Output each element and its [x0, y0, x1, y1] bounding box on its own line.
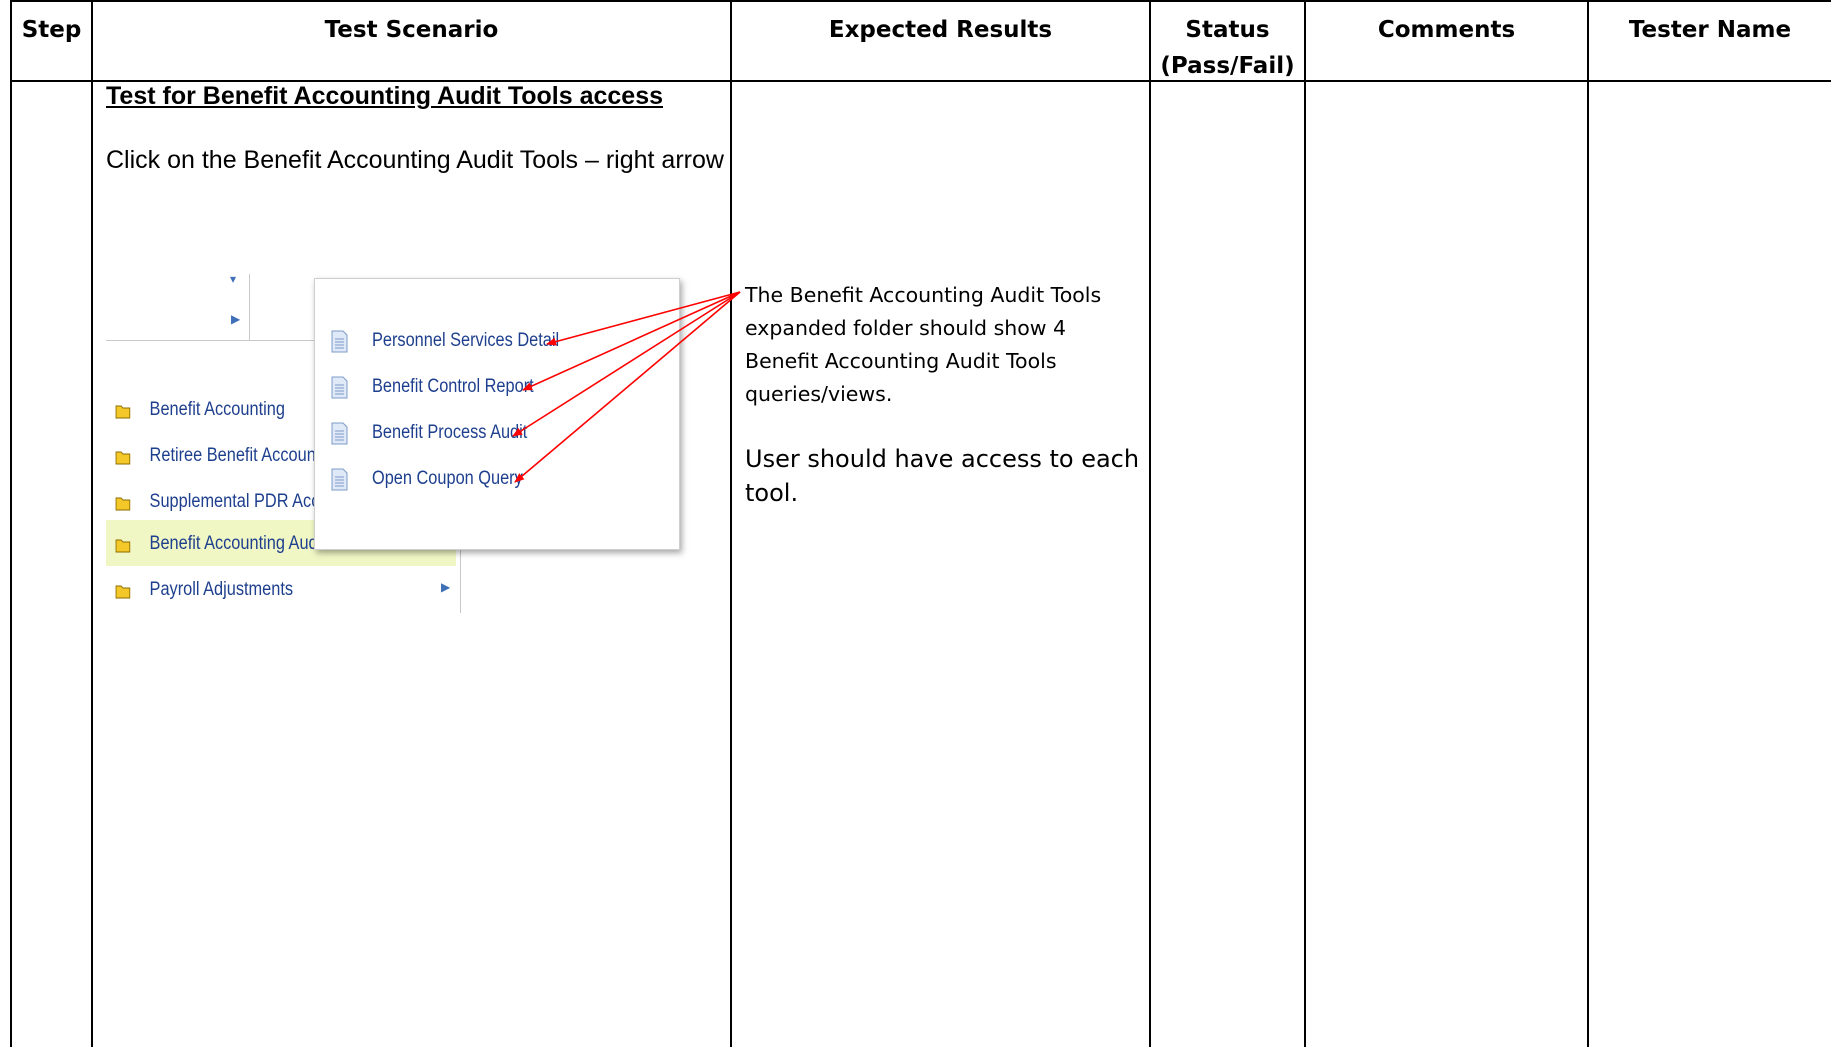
nav-item-supplemental-pdr[interactable]: Supplemental PDR Acc: [110, 482, 319, 522]
chevron-right-icon: ▶: [231, 312, 241, 326]
nav-item-label: Benefit Accounting: [149, 399, 285, 420]
nav-item-benefit-accounting[interactable]: Benefit Accounting: [110, 390, 285, 430]
header-step: Step: [21, 17, 82, 43]
nav-item-payroll-adjustments[interactable]: Payroll Adjustments: [110, 570, 293, 610]
column-divider-status: [1304, 0, 1306, 1047]
nav-item-label: Supplemental PDR Acc: [149, 491, 320, 512]
column-divider-step: [91, 0, 93, 1047]
table-left-border: [10, 0, 12, 1047]
header-test-scenario: Test Scenario: [324, 17, 499, 43]
header-comments: Comments: [1377, 17, 1516, 43]
collapsed-arrow-icon: ▾: [230, 272, 237, 286]
nav-item-label: Payroll Adjustments: [149, 579, 294, 600]
document-icon: [331, 330, 348, 353]
popup-item-label: Open Coupon Query: [372, 468, 523, 489]
popup-item-benefit-process-audit[interactable]: Benefit Process Audit: [331, 415, 553, 451]
screenshot-divider: [106, 340, 314, 341]
audit-tools-popup-menu: Personnel Services Detail Benefit Contro…: [314, 278, 680, 550]
column-divider-comments: [1587, 0, 1589, 1047]
folder-icon: [115, 495, 131, 510]
header-tester-name: Tester Name: [1628, 17, 1792, 43]
document-icon: [331, 422, 348, 445]
folder-icon: [115, 449, 131, 464]
column-divider-expected: [1149, 0, 1151, 1047]
popup-item-label: Benefit Process Audit: [372, 422, 528, 443]
test-case-document: Step Test Scenario Expected Results Stat…: [0, 0, 1831, 1047]
popup-item-benefit-control-report[interactable]: Benefit Control Report: [331, 369, 560, 405]
folder-icon: [115, 537, 131, 552]
table-top-border: [10, 0, 1831, 2]
column-divider-scenario: [730, 0, 732, 1047]
scenario-instruction: Click on the Benefit Accounting Audit To…: [106, 146, 724, 174]
document-icon: [331, 376, 348, 399]
screenshot-divider: [249, 274, 250, 340]
folder-icon: [115, 403, 131, 418]
popup-item-label: Benefit Control Report: [372, 376, 534, 397]
chevron-right-icon[interactable]: ▶: [441, 580, 450, 594]
folder-icon: [115, 583, 131, 598]
header-status: Status (Pass/Fail): [1151, 12, 1304, 84]
popup-item-label: Personnel Services Detail: [372, 330, 560, 351]
nav-item-retiree-benefit-accounting[interactable]: Retiree Benefit Accounti: [110, 436, 324, 476]
scenario-title: Test for Benefit Accounting Audit Tools …: [106, 82, 664, 110]
expected-results-paragraph: The Benefit Accounting Audit Tools expan…: [745, 283, 1102, 406]
header-status-line2: (Pass/Fail): [1160, 53, 1295, 79]
popup-item-personnel-services-detail[interactable]: Personnel Services Detail: [331, 323, 590, 359]
nav-item-label: Retiree Benefit Accounti: [149, 445, 324, 466]
header-expected-results: Expected Results: [828, 17, 1053, 43]
document-icon: [331, 468, 348, 491]
header-status-line1: Status: [1185, 17, 1270, 43]
expected-results-access: User should have access to each tool.: [745, 445, 1140, 507]
embedded-menu-screenshot: ▾ ▶ Benefit Accounting Retiree Benefit A…: [104, 268, 684, 628]
popup-item-open-coupon-query[interactable]: Open Coupon Query: [331, 461, 547, 497]
